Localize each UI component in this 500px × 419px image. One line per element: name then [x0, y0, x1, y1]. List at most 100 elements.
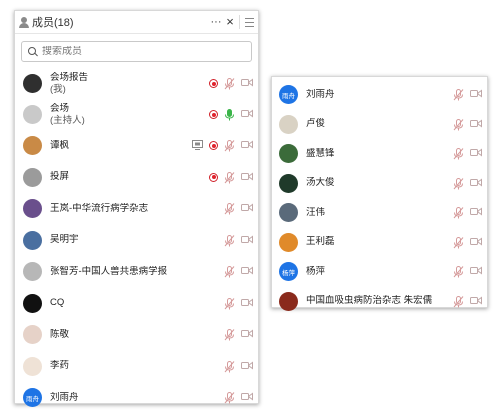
microphone-muted-icon[interactable]: [224, 203, 235, 215]
avatar: 杨萍: [279, 262, 298, 282]
member-name-text: 刘雨舟: [50, 391, 79, 403]
microphone-muted-icon[interactable]: [224, 234, 235, 247]
camera-off-icon[interactable]: [241, 109, 253, 120]
camera-off-icon[interactable]: [470, 296, 482, 307]
avatar: [279, 144, 298, 164]
screen-share-icon: [192, 140, 203, 151]
member-list: 会场报告 (我) 会场 (主持人) 谭枫 投屏 王岚-中华流行病学杂志 吴明宇张智芳-中国人兽…: [15, 68, 258, 414]
camera-off-icon[interactable]: [241, 78, 253, 89]
microphone-muted-icon[interactable]: [453, 266, 464, 278]
close-button[interactable]: ×: [224, 15, 236, 28]
camera-off-icon[interactable]: [241, 392, 253, 403]
avatar: [279, 232, 298, 252]
members-title: 成员(18): [32, 17, 74, 29]
member-controls: [224, 297, 253, 310]
member-row[interactable]: 中国血吸虫病防治杂志 朱宏儒: [272, 287, 487, 317]
camera-off-icon[interactable]: [241, 203, 253, 214]
member-row[interactable]: 张智芳-中国人兽共患病学报: [15, 256, 258, 288]
camera-off-icon[interactable]: [470, 119, 482, 130]
camera-off-icon[interactable]: [470, 207, 482, 218]
search-input[interactable]: [42, 46, 245, 57]
menu-icon[interactable]: [245, 17, 254, 27]
member-row[interactable]: 谭枫: [15, 130, 258, 162]
member-row[interactable]: 吴明宇: [15, 225, 258, 257]
member-controls: [453, 148, 482, 160]
microphone-muted-icon[interactable]: [453, 207, 464, 219]
member-row[interactable]: 卢俊: [272, 110, 487, 140]
camera-off-icon[interactable]: [470, 266, 482, 277]
search-box[interactable]: [21, 41, 252, 62]
microphone-muted-icon[interactable]: [453, 118, 464, 131]
member-row[interactable]: 李药: [15, 351, 258, 383]
microphone-muted-icon[interactable]: [224, 360, 235, 373]
recording-icon: [209, 141, 218, 151]
camera-off-icon[interactable]: [241, 140, 253, 151]
member-name-text: 会场: [50, 102, 70, 114]
microphone-muted-icon[interactable]: [224, 266, 235, 278]
member-controls: [453, 89, 482, 101]
member-row[interactable]: 会场 (主持人): [15, 99, 258, 130]
member-row[interactable]: 杨萍 杨萍: [272, 257, 487, 287]
member-name-text: 盛慧锋: [306, 147, 335, 159]
camera-off-icon[interactable]: [470, 237, 482, 248]
microphone-muted-icon[interactable]: [453, 177, 464, 190]
microphone-muted-icon[interactable]: [453, 148, 464, 160]
member-name: 中国血吸虫病防治杂志 朱宏儒: [306, 295, 453, 307]
member-name-text: 张智芳-中国人兽共患病学报: [50, 265, 168, 277]
member-name-text: 陈敬: [50, 328, 70, 340]
camera-off-icon[interactable]: [241, 361, 253, 372]
member-row[interactable]: 投屏: [15, 162, 258, 194]
member-row[interactable]: 盛慧锋: [272, 139, 487, 169]
microphone-muted-icon[interactable]: [224, 392, 235, 404]
member-controls: [209, 109, 253, 121]
avatar: 雨舟: [279, 85, 298, 105]
member-role: (主持人): [50, 114, 85, 126]
member-name: 杨萍: [306, 266, 453, 278]
member-row[interactable]: 会场报告 (我): [15, 68, 258, 99]
camera-off-icon[interactable]: [241, 329, 253, 340]
microphone-muted-icon[interactable]: [224, 171, 235, 184]
member-row[interactable]: 陈敬: [15, 319, 258, 351]
microphone-icon[interactable]: [224, 109, 235, 121]
member-controls: [224, 266, 253, 278]
microphone-muted-icon[interactable]: [453, 236, 464, 249]
member-name: 刘雨舟: [306, 89, 453, 101]
avatar: [23, 356, 42, 376]
member-row[interactable]: 雨舟 刘雨舟: [15, 382, 258, 414]
member-controls: [209, 78, 253, 90]
member-controls: [192, 140, 253, 152]
microphone-muted-icon[interactable]: [453, 295, 464, 308]
camera-off-icon[interactable]: [241, 298, 253, 309]
microphone-muted-icon[interactable]: [224, 329, 235, 341]
avatar: [279, 173, 298, 193]
microphone-muted-icon[interactable]: [453, 89, 464, 101]
member-name-text: 杨萍: [306, 265, 326, 277]
member-name: 王利磊: [306, 236, 453, 248]
member-row[interactable]: CQ: [15, 288, 258, 320]
camera-off-icon[interactable]: [241, 172, 253, 183]
member-name: 刘雨舟: [50, 392, 224, 404]
camera-off-icon[interactable]: [470, 89, 482, 100]
member-name: 卢俊: [306, 118, 453, 130]
microphone-muted-icon[interactable]: [224, 297, 235, 310]
more-button[interactable]: ···: [210, 16, 222, 28]
member-row[interactable]: 王利磊: [272, 228, 487, 258]
microphone-muted-icon[interactable]: [224, 78, 235, 90]
member-row[interactable]: 汤大俊: [272, 169, 487, 199]
member-name: 会场 (主持人): [50, 103, 209, 127]
member-list-continued: 雨舟 刘雨舟卢俊盛慧锋汤大俊汪伟王利磊杨萍 杨萍中国血吸虫病防治杂志 朱宏儒: [272, 77, 487, 316]
search-icon: [28, 47, 37, 56]
member-name: 李药: [50, 360, 224, 372]
titlebar-divider: [239, 15, 240, 29]
microphone-muted-icon[interactable]: [224, 140, 235, 152]
camera-off-icon[interactable]: [470, 148, 482, 159]
member-row[interactable]: 汪伟: [272, 198, 487, 228]
member-name-text: 汪伟: [306, 206, 326, 218]
camera-off-icon[interactable]: [470, 178, 482, 189]
camera-off-icon[interactable]: [241, 266, 253, 277]
member-row[interactable]: 雨舟 刘雨舟: [272, 80, 487, 110]
member-row[interactable]: 王岚-中华流行病学杂志: [15, 193, 258, 225]
member-name: 汪伟: [306, 207, 453, 219]
avatar: [23, 230, 42, 250]
camera-off-icon[interactable]: [241, 235, 253, 246]
